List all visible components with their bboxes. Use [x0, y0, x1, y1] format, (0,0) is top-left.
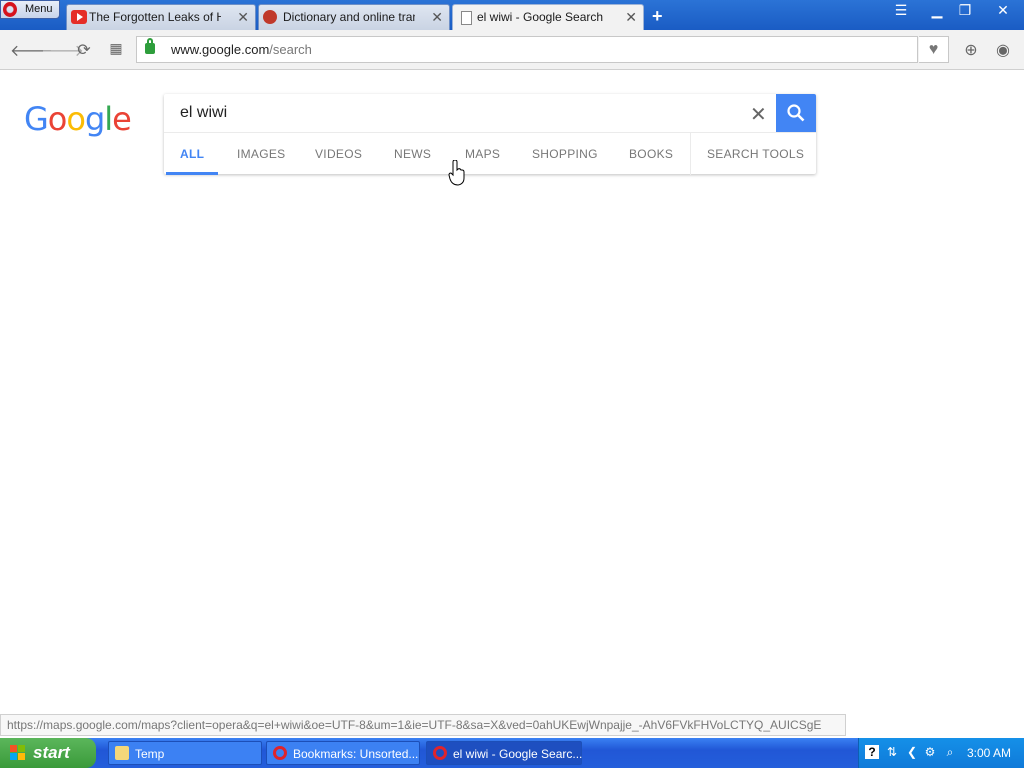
download-icon[interactable]: ⊕ [961, 40, 981, 60]
reload-icon[interactable]: ⟳ [74, 40, 94, 60]
tab-shopping[interactable]: SHOPPING [532, 147, 598, 161]
tab-news[interactable]: NEWS [394, 147, 431, 161]
search-button[interactable] [776, 94, 816, 132]
task-label: Temp [135, 747, 165, 761]
tab-close-icon[interactable]: ✕ [625, 9, 637, 26]
google-logo[interactable]: Google [24, 100, 132, 138]
bookmark-heart-icon[interactable]: ♥ [919, 36, 949, 63]
logo-letter: o [47, 100, 68, 138]
search-icon [787, 104, 805, 122]
tab-title: The Forgotten Leaks of Half [89, 10, 221, 24]
address-bar[interactable]: www.google.com/search [136, 36, 918, 63]
dictionary-icon [263, 10, 277, 24]
close-window-icon[interactable]: ✕ [992, 2, 1014, 19]
system-tray: ? ⇅ ❮ ⚙ ⌕ 3:00 AM [858, 738, 1024, 768]
tab-title: el wiwi - Google Search [477, 10, 604, 24]
tab-dictionary[interactable]: Dictionary and online translat ✕ [258, 4, 450, 30]
network-icon[interactable]: ⇅ [885, 745, 899, 759]
security-icon[interactable]: ⚙ [923, 745, 937, 759]
search-box: ✕ ALL IMAGES VIDEOS NEWS MAPS SHOPPING B… [164, 94, 816, 175]
address-toolbar: 🡐 🡒 ⟳ ▦ www.google.com/search ♥ ⊕ ◉ [0, 30, 1024, 70]
tab-maps[interactable]: MAPS [465, 147, 500, 161]
help-icon[interactable]: ? [865, 745, 879, 759]
status-url: https://maps.google.com/maps?client=oper… [0, 714, 846, 736]
tab-videos[interactable]: VIDEOS [315, 147, 362, 161]
search-tabs: ALL IMAGES VIDEOS NEWS MAPS SHOPPING BOO… [164, 132, 816, 175]
logo-letter: e [112, 100, 132, 138]
url-path: /search [269, 42, 312, 57]
browser-tab-bar: Menu The Forgotten Leaks of Half ✕ Dicti… [0, 0, 1024, 30]
opera-menu-button[interactable]: Menu [0, 0, 60, 19]
tab-google-search[interactable]: el wiwi - Google Search ✕ [452, 4, 644, 30]
tab-forgotten-leaks[interactable]: The Forgotten Leaks of Half ✕ [66, 4, 256, 30]
windows-logo-icon [10, 745, 25, 760]
back-icon[interactable]: 🡐 [10, 40, 53, 61]
divider [690, 133, 691, 175]
taskbar-item-bookmarks[interactable]: Bookmarks: Unsorted... [266, 741, 420, 765]
new-tab-button[interactable]: + [652, 6, 663, 27]
opera-icon [433, 746, 447, 760]
active-tab-underline [166, 172, 218, 175]
logo-letter: o [66, 100, 86, 138]
restore-icon[interactable]: ❐ [954, 2, 976, 19]
page-icon [461, 11, 472, 25]
minimize-icon[interactable]: ▁ [926, 2, 948, 19]
tab-all[interactable]: ALL [180, 147, 204, 161]
forward-icon[interactable]: 🡒 [41, 40, 84, 61]
tab-search-tools[interactable]: SEARCH TOOLS [707, 147, 804, 161]
arrow-icon[interactable]: ❮ [905, 745, 919, 759]
logo-letter: l [104, 100, 113, 138]
menu-label: Menu [25, 3, 53, 15]
start-label: start [33, 743, 70, 762]
task-label: Bookmarks: Unsorted... [293, 747, 419, 761]
url-text: www.google.com/search [171, 42, 312, 57]
hand-cursor-icon [448, 160, 465, 186]
clear-search-icon[interactable]: ✕ [750, 102, 767, 127]
search-tray-icon[interactable]: ⌕ [943, 745, 957, 759]
logo-letter: g [84, 100, 105, 138]
taskbar: start Temp Bookmarks: Unsorted... el wiw… [0, 738, 1024, 768]
tab-close-icon[interactable]: ✕ [431, 9, 443, 26]
start-button[interactable]: start [0, 738, 96, 768]
clock: 3:00 AM [967, 746, 1012, 760]
opera-icon [273, 746, 287, 760]
account-icon[interactable]: ◉ [993, 40, 1013, 60]
tab-books[interactable]: BOOKS [629, 147, 673, 161]
tab-close-icon[interactable]: ✕ [237, 9, 249, 26]
youtube-icon [71, 10, 87, 24]
speed-dial-grid-icon[interactable]: ▦ [106, 40, 126, 57]
search-input[interactable] [164, 94, 776, 132]
url-domain: www.google.com [171, 42, 270, 57]
tab-title: Dictionary and online translat [283, 10, 415, 24]
opera-logo-icon [3, 2, 17, 17]
taskbar-item-google-search[interactable]: el wiwi - Google Searc... [426, 741, 582, 765]
lock-icon [145, 38, 155, 54]
logo-letter: G [24, 100, 49, 138]
folder-icon [115, 746, 129, 760]
tab-menu-icon[interactable]: ☰ [890, 2, 912, 19]
tab-images[interactable]: IMAGES [237, 147, 285, 161]
taskbar-item-temp[interactable]: Temp [108, 741, 262, 765]
task-label: el wiwi - Google Searc... [453, 747, 583, 761]
